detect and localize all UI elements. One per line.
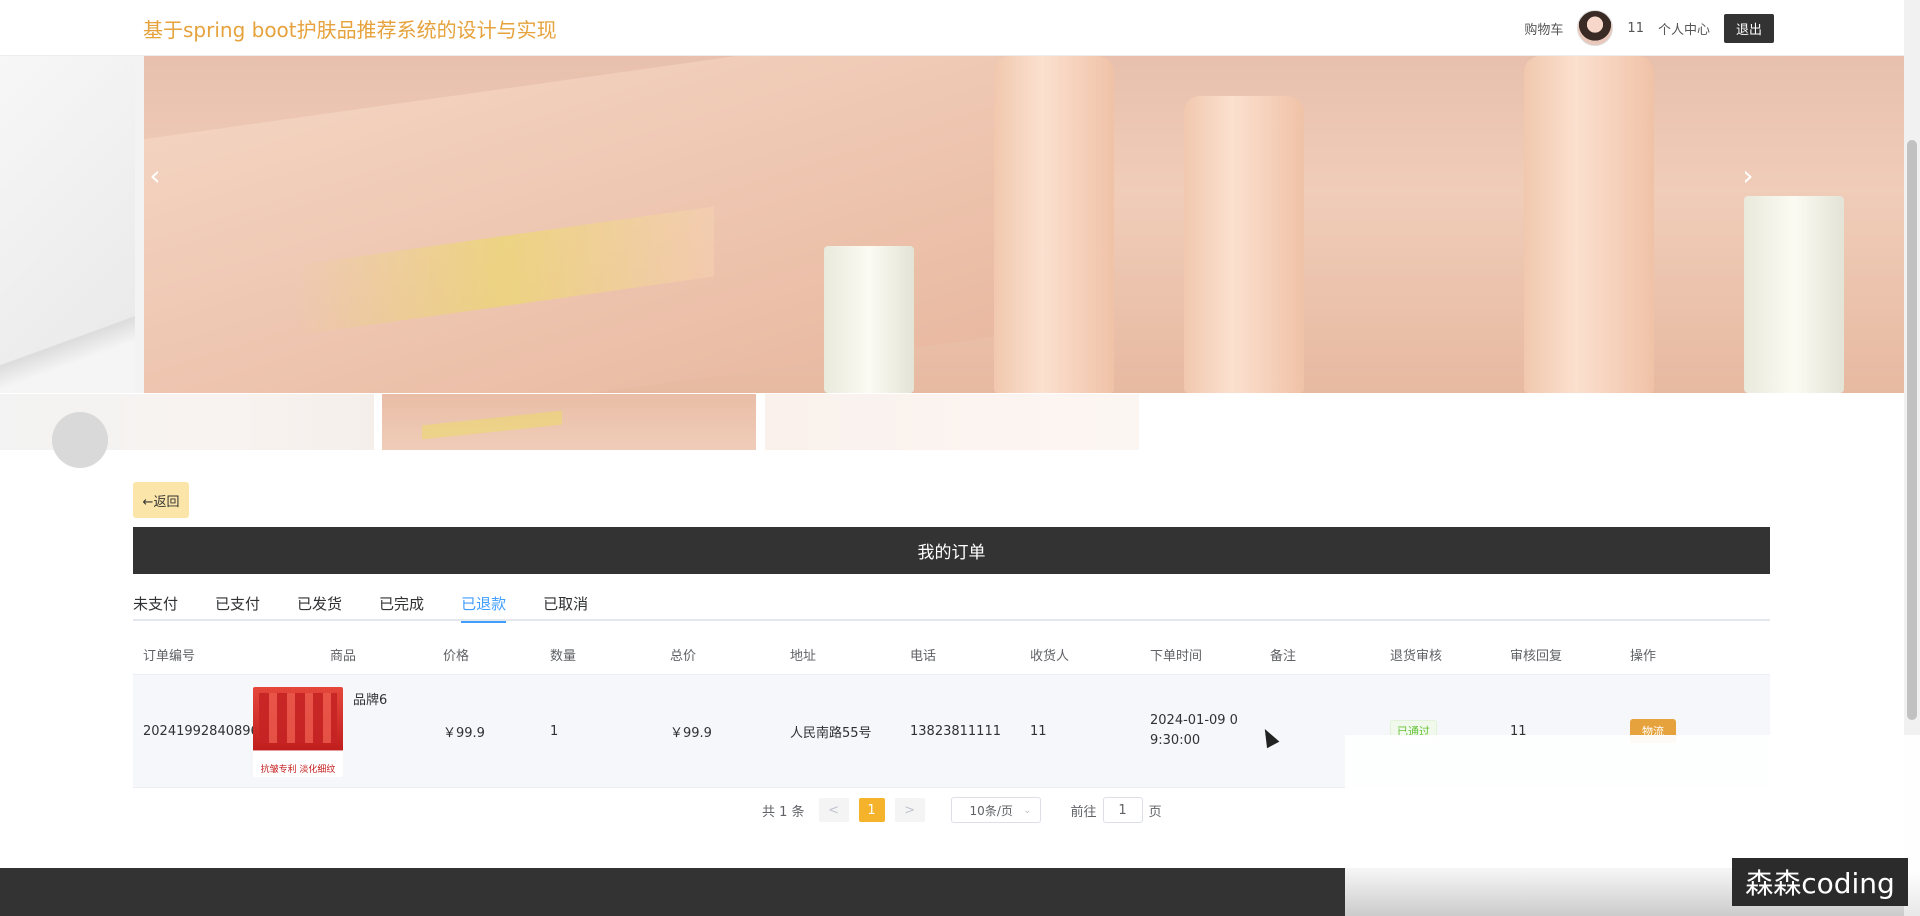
chevron-down-icon: ⌄ [1023,804,1032,816]
product-image-caption: 抗皱专利 淡化细纹 [260,764,336,775]
prev-page-button[interactable]: < [818,798,849,822]
column-header-review-reply: 审核回复 [1510,649,1563,664]
column-header-phone: 电话 [910,649,937,664]
goto-page-input[interactable] [1102,797,1143,823]
page-title: 我的订单 [917,543,986,563]
chevron-left-icon[interactable]: ‹ [140,156,170,196]
column-header-product: 商品 [329,649,356,664]
product-packshot [259,692,337,743]
carousel-thumbnail[interactable] [0,394,374,468]
banner-slide-image [144,56,1904,393]
phone: 13823811111 [910,723,1001,739]
banner-carousel[interactable]: ‹ › [0,56,1904,393]
carousel-thumbnails [0,394,1140,468]
tube-image [824,246,914,393]
chevron-right-icon[interactable]: › [1733,156,1763,196]
order-time: 2024-01-09 09:30:00 [1150,713,1238,748]
scrollbar-thumb[interactable] [1907,140,1917,720]
column-header-address: 地址 [790,649,817,664]
column-header-price: 价格 [443,649,470,664]
product-cell: 抗皱专利 淡化细纹 品牌6 [253,675,433,788]
goto-label: 前往 [1070,804,1097,820]
column-header-order-no: 订单编号 [143,649,196,664]
header-actions: 购物车 11 个人中心 退出 [1524,0,1774,56]
column-header-action: 操作 [1630,649,1657,664]
total-price: ￥99.9 [670,725,712,741]
bottle-image [1184,96,1304,393]
bottle-image [994,56,1114,393]
column-header-receiver: 收货人 [1030,649,1070,664]
column-header-return-review: 退货审核 [1390,649,1443,664]
watermark: 森森coding [1732,858,1908,906]
product-thumbnail[interactable]: 抗皱专利 淡化细纹 [253,686,343,777]
avatar[interactable] [1577,10,1614,46]
column-header-quantity: 数量 [550,649,577,664]
username: 11 [1627,20,1644,36]
profile-link[interactable]: 个人中心 [1658,19,1710,38]
bottle-image [1524,56,1654,393]
price: ￥99.9 [443,725,485,741]
tab-refunded[interactable]: 已退款 [461,581,507,623]
quantity: 1 [550,723,559,739]
carousel-thumbnail-active[interactable] [382,394,756,450]
page-number-current[interactable]: 1 [858,798,885,822]
site-title[interactable]: 基于spring boot护肤品推荐系统的设计与实现 [143,14,557,43]
page-unit-label: 页 [1148,804,1162,820]
orders-title-bar: 我的订单 [133,527,1770,574]
next-page-button[interactable]: > [894,798,925,822]
receiver: 11 [1030,723,1047,739]
top-header: 基于spring boot护肤品推荐系统的设计与实现 购物车 11 个人中心 退… [0,0,1904,56]
page-size-value: 10条/页 [969,803,1013,818]
back-button[interactable]: ←返回 [133,482,189,518]
tab-completed[interactable]: 已完成 [379,581,424,621]
previous-slide-peek [0,56,135,393]
column-header-remark: 备注 [1270,649,1297,664]
column-header-total: 总价 [670,649,697,664]
order-no: 20241992840896 [143,723,259,739]
cart-link[interactable]: 购物车 [1524,19,1563,38]
pagination-total: 共 1 条 [762,804,805,820]
table-header: 订单编号 商品 价格 数量 总价 地址 电话 收货人 下单时间 备注 退货审核 … [133,635,1770,675]
carousel-thumbnail[interactable] [765,394,1139,450]
tab-paid[interactable]: 已支付 [215,581,260,621]
order-status-tabs: 未支付 已支付 已发货 已完成 已退款 已取消 [133,581,1770,623]
pagination: 共 1 条 < 1 > 10条/页 ⌄ 前往 页 [762,797,1162,823]
logout-button[interactable]: 退出 [1723,13,1774,43]
tab-shipped[interactable]: 已发货 [297,581,342,621]
tab-unpaid[interactable]: 未支付 [133,581,178,621]
address: 人民南路55号 [790,725,872,741]
column-header-order-time: 下单时间 [1150,649,1203,664]
tube-image [1744,196,1844,393]
page-size-select[interactable]: 10条/页 ⌄ [950,797,1041,823]
tab-cancelled[interactable]: 已取消 [543,581,588,621]
product-name: 品牌6 [353,692,388,708]
